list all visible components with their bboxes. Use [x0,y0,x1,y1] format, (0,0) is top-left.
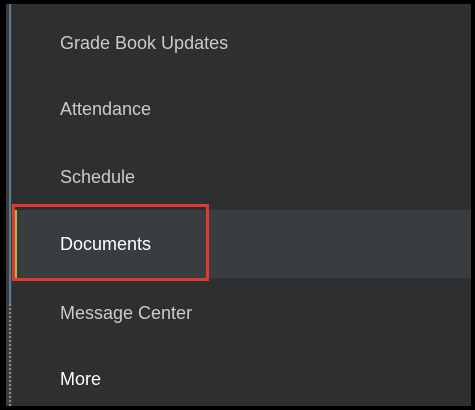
sidebar-item-documents[interactable]: Documents [12,210,471,278]
sidebar-item-grade-book-updates[interactable]: Grade Book Updates [12,10,471,76]
sidebar-item-schedule[interactable]: Schedule [12,144,471,210]
sidebar-item-label: Attendance [60,98,152,119]
sidebar-item-attendance[interactable]: Attendance [12,76,471,142]
active-indicator [12,210,17,278]
sidebar-item-label: More [60,368,102,389]
sidebar-edge-line [9,4,11,304]
sidebar-item-label: Message Center [60,302,193,323]
sidebar-item-more[interactable]: More [12,346,471,406]
sidebar-edge-dotted-line [9,304,11,406]
sidebar-panel: Grade Book Updates Attendance Schedule D… [6,4,471,406]
sidebar-item-label: Grade Book Updates [60,32,229,53]
sidebar-item-label: Documents [60,233,152,254]
sidebar-item-message-center[interactable]: Message Center [12,280,471,346]
sidebar-menu: Grade Book Updates Attendance Schedule D… [12,4,471,406]
sidebar-item-label: Schedule [60,166,136,187]
